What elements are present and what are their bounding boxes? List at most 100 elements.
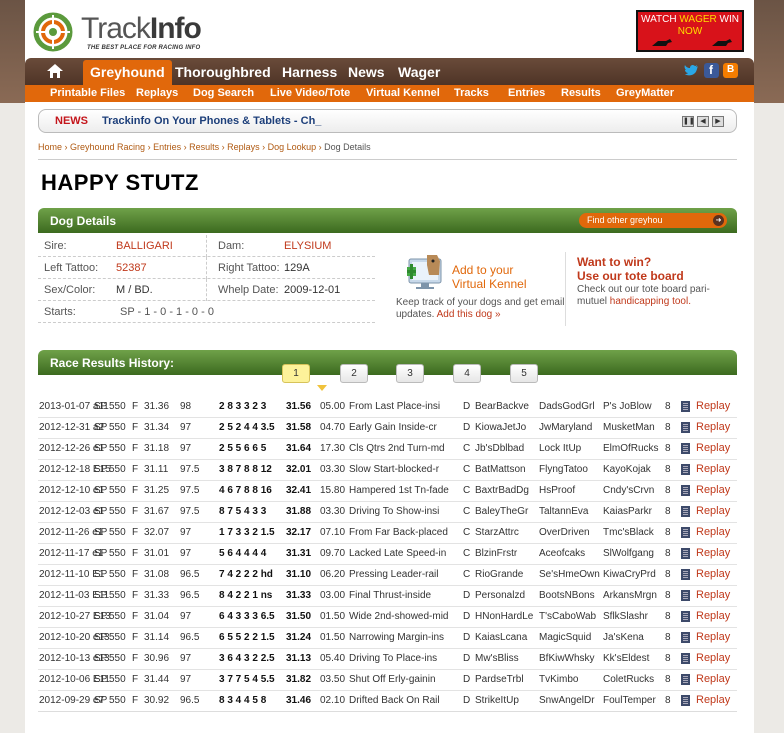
replay-link[interactable]: Replay [696,568,730,580]
grade-cell: SP [94,569,108,580]
previous-icon[interactable]: ◀ [697,116,709,127]
win-line2: Use our tote board [577,269,684,283]
grade-cell: SP [94,401,108,412]
nav-greyhound[interactable]: Greyhound [83,60,172,85]
weight-cell: 97.5 [180,506,200,517]
pause-icon[interactable]: ❚❚ [682,116,695,127]
replay-link[interactable]: Replay [696,589,730,601]
sire-link[interactable]: BALLIGARI [116,240,173,252]
replay-video-icon[interactable] [681,632,690,643]
dam-link[interactable]: ELYSIUM [284,240,331,252]
next-icon[interactable]: ▶ [712,116,724,127]
watch-wager-win-banner[interactable]: WATCH WAGER WIN NOW [636,10,744,52]
facebook-icon[interactable]: f [704,63,719,78]
news-headline[interactable]: Trackinfo On Your Phones & Tablets - Ch_ [102,115,321,127]
first-place-cell: PardseTrbl [475,674,524,685]
replay-video-icon[interactable] [681,464,690,475]
site-header: TrackInfo THE BEST PLACE FOR RACING INFO… [25,8,754,58]
running-positions-cell: 7 4 2 2 2 hd [219,569,273,580]
add-virtual-kennel-link[interactable]: Add to your Virtual Kennel [452,263,527,291]
finish-time-cell: 32.01 [286,464,312,475]
replay-link[interactable]: Replay [696,631,730,643]
trackinfo-logo-icon[interactable] [33,12,73,52]
page-4-button[interactable]: 4 [453,364,481,383]
replay-video-icon[interactable] [681,548,690,559]
subnav-replays[interactable]: Replays [136,87,178,99]
replay-link[interactable]: Replay [696,505,730,517]
second-place-cell: JwMaryland [539,422,593,433]
subnav-virtual-kennel[interactable]: Virtual Kennel [366,87,440,99]
replay-link[interactable]: Replay [696,526,730,538]
horse-racing-icon [652,39,732,46]
replay-link[interactable]: Replay [696,547,730,559]
nav-news[interactable]: News [348,64,385,80]
page-2-button[interactable]: 2 [340,364,368,383]
replay-link[interactable]: Replay [696,484,730,496]
box-cell: C [463,548,471,559]
replay-video-icon[interactable] [681,569,690,580]
left-tattoo-link[interactable]: 52387 [116,262,147,274]
breadcrumb-dog-lookup[interactable]: Dog Lookup [268,142,317,152]
page-5-button[interactable]: 5 [510,364,538,383]
arrow-right-icon[interactable]: ➜ [713,215,724,226]
subnav-live-video-tote[interactable]: Live Video/Tote [270,87,350,99]
tote-board-promo-title[interactable]: Want to win? Use our tote board [577,255,684,283]
find-greyhound-input[interactable]: Find other greyhou ➜ [579,213,727,228]
subnav-entries[interactable]: Entries [508,87,545,99]
add-this-dog-link[interactable]: Add this dog » [437,309,501,320]
replay-video-icon[interactable] [681,485,690,496]
replay-video-icon[interactable] [681,401,690,412]
running-positions-cell: 3 8 7 8 8 12 [219,464,272,475]
replay-link[interactable]: Replay [696,694,730,706]
weight-cell: 97 [180,443,192,454]
subnav-results[interactable]: Results [561,87,601,99]
virtual-kennel-icon[interactable] [407,253,449,291]
subnav-greymatter[interactable]: GreyMatter [616,87,674,99]
page-container: TrackInfo THE BEST PLACE FOR RACING INFO… [25,0,754,733]
odds-cell: 04.70 [320,422,346,433]
page-3-button[interactable]: 3 [396,364,424,383]
sire-label: Sire: [44,240,67,252]
site-logo-text[interactable]: TrackInfo [81,12,202,46]
track-condition-cell: F [132,653,139,664]
replay-link[interactable]: Replay [696,673,730,685]
details-row-tattoos: Left Tattoo: 52387 Right Tattoo: 129A [38,257,375,279]
replay-link[interactable]: Replay [696,463,730,475]
replay-video-icon[interactable] [681,527,690,538]
replay-video-icon[interactable] [681,695,690,706]
handicapping-tool-link[interactable]: handicapping tool. [610,296,691,307]
nav-wager[interactable]: Wager [398,64,440,80]
breadcrumb-entries[interactable]: Entries [153,142,181,152]
replay-link[interactable]: Replay [696,610,730,622]
breadcrumb-results[interactable]: Results [189,142,219,152]
blogger-icon[interactable]: B [723,63,738,78]
home-icon[interactable] [47,64,63,78]
breadcrumb-replays[interactable]: Replays [227,142,260,152]
subnav-printable-files[interactable]: Printable Files [50,87,125,99]
replay-video-icon[interactable] [681,590,690,601]
replay-link[interactable]: Replay [696,421,730,433]
page-1-button[interactable]: 1 [282,364,310,383]
subnav-dog-search[interactable]: Dog Search [193,87,254,99]
replay-video-icon[interactable] [681,443,690,454]
nav-harness[interactable]: Harness [282,64,337,80]
nav-thoroughbred[interactable]: Thoroughbred [175,64,271,80]
breadcrumb-home[interactable]: Home [38,142,62,152]
replay-video-icon[interactable] [681,506,690,517]
replay-video-icon[interactable] [681,653,690,664]
subnav-tracks[interactable]: Tracks [454,87,489,99]
third-place-cell: KaiasParkr [603,506,652,517]
twitter-icon[interactable] [684,63,699,78]
running-positions-cell: 8 7 5 4 3 3 [219,506,267,517]
replay-link[interactable]: Replay [696,400,730,412]
replay-video-icon[interactable] [681,611,690,622]
winning-time-cell: 31.11 [144,464,169,475]
replay-video-icon[interactable] [681,422,690,433]
first-place-cell: BaleyTheGr [475,506,529,517]
replay-link[interactable]: Replay [696,652,730,664]
breadcrumb-greyhound-racing[interactable]: Greyhound Racing [70,142,145,152]
replay-link[interactable]: Replay [696,442,730,454]
whelp-date-label: Whelp Date: [218,284,279,296]
replay-video-icon[interactable] [681,674,690,685]
weight-cell: 97.5 [180,464,200,475]
